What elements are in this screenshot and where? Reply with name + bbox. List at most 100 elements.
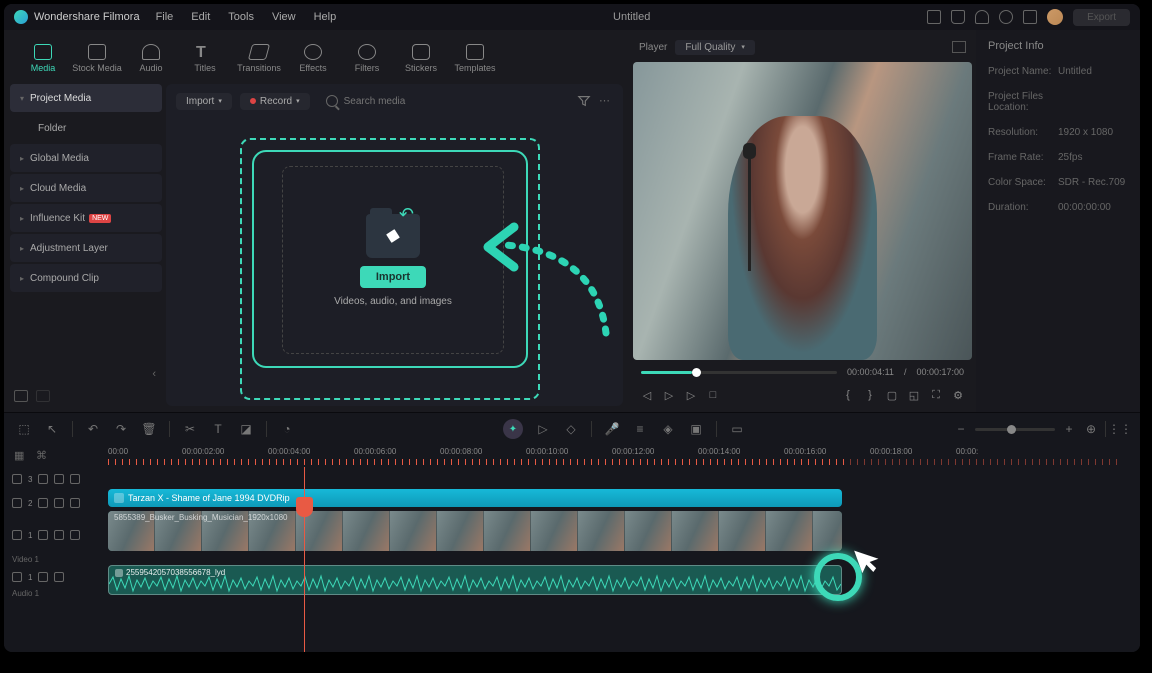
zoom-in-icon[interactable]: + <box>1061 421 1077 437</box>
track-manager-icon[interactable]: ▦ <box>14 449 28 463</box>
tab-stock-media[interactable]: Stock Media <box>70 44 124 73</box>
undo-icon[interactable]: ↶ <box>85 421 101 437</box>
mute-icon <box>54 498 64 508</box>
chevron-right-icon: ▸ <box>20 184 24 193</box>
keyframe-icon[interactable]: ◈ <box>660 421 676 437</box>
ai-tool-icon[interactable]: ✦ <box>503 419 523 439</box>
tab-transitions[interactable]: Transitions <box>232 44 286 73</box>
scrubber-track[interactable] <box>641 371 837 374</box>
settings-icon[interactable]: ⚙ <box>952 389 964 401</box>
record-dropdown[interactable]: Record▾ <box>240 93 310 110</box>
media-panel: Import▾ Record▾ ⋯ <box>166 84 623 406</box>
tab-audio[interactable]: Audio <box>124 44 178 73</box>
cut-icon[interactable]: ✂ <box>182 421 198 437</box>
track-head-video1[interactable]: 1 <box>4 515 108 555</box>
track-head-audio1[interactable]: 1 <box>4 565 108 589</box>
stop-icon[interactable]: □ <box>707 389 719 401</box>
filter-icon[interactable] <box>577 94 591 108</box>
tab-stickers[interactable]: Stickers <box>394 44 448 73</box>
headphones-icon[interactable] <box>999 10 1013 24</box>
lock-icon <box>38 498 48 508</box>
pip-icon[interactable]: ◱ <box>908 389 920 401</box>
video-clip[interactable]: 5855389_Busker_Busking_Musician_1920x108… <box>108 511 842 551</box>
scrubber-thumb[interactable] <box>692 368 701 377</box>
playhead[interactable] <box>296 497 313 517</box>
tab-titles[interactable]: Titles <box>178 44 232 73</box>
menu-view[interactable]: View <box>272 11 296 23</box>
track-head-title2[interactable]: 2 <box>4 491 108 515</box>
more-icon[interactable]: ⋯ <box>599 94 613 108</box>
mark-in-icon[interactable]: { <box>842 389 854 401</box>
timeline-options-icon[interactable]: ⋮⋮ <box>1112 421 1128 437</box>
color-icon[interactable]: ◔ <box>279 421 295 437</box>
audio-clip[interactable]: 2559542057038556678_lyd <box>108 565 842 595</box>
user-avatar[interactable] <box>1047 9 1063 25</box>
tab-effects[interactable]: Effects <box>286 44 340 73</box>
timeline-toolbar: ⬚ ↖ ↶ ↷ 🗑 ✂ T ◪ ◔ ✦ ▷ ◇ 🎤 ≡ ◈ ▣ ▭ <box>4 413 1140 445</box>
fullscreen-icon[interactable]: ⛶ <box>930 389 942 401</box>
select-tool-icon[interactable]: ⬚ <box>16 421 32 437</box>
track-headers: 3 2 1 Video 1 1 Audio 1 <box>4 467 108 652</box>
marker-icon[interactable]: ◇ <box>563 421 579 437</box>
export-button[interactable]: Export <box>1073 9 1130 26</box>
play-tool-icon[interactable]: ▷ <box>535 421 551 437</box>
next-frame-icon[interactable]: ▷ <box>685 389 697 401</box>
menu-edit[interactable]: Edit <box>191 11 210 23</box>
new-bin-icon[interactable] <box>36 390 50 402</box>
sidebar-item-folder[interactable]: Folder <box>10 114 162 142</box>
info-value-colorspace: SDR - Rec.709 <box>1058 177 1125 188</box>
save-icon[interactable] <box>951 10 965 24</box>
sidebar-item-cloud-media[interactable]: ▸Cloud Media <box>10 174 162 202</box>
stickers-icon <box>412 44 430 60</box>
display-icon[interactable] <box>927 10 941 24</box>
cloud-icon[interactable] <box>975 10 989 24</box>
mixer-icon[interactable]: ≡ <box>632 421 648 437</box>
play-icon[interactable]: ▷ <box>663 389 675 401</box>
import-button[interactable]: Import <box>360 266 426 288</box>
sidebar-item-compound-clip[interactable]: ▸Compound Clip <box>10 264 162 292</box>
zoom-out-icon[interactable]: − <box>953 421 969 437</box>
current-time: 00:00:04:11 <box>847 367 894 377</box>
video-preview[interactable] <box>633 62 972 360</box>
redo-icon[interactable]: ↷ <box>113 421 129 437</box>
quality-dropdown[interactable]: Full Quality▾ <box>675 40 755 55</box>
mark-out-icon[interactable]: } <box>864 389 876 401</box>
prev-frame-icon[interactable]: ◁ <box>641 389 653 401</box>
zoom-fit-icon[interactable]: ⊕ <box>1083 421 1099 437</box>
search-input[interactable] <box>344 96 561 107</box>
apps-icon[interactable] <box>1023 10 1037 24</box>
sidebar-item-global-media[interactable]: ▸Global Media <box>10 144 162 172</box>
import-dropdown[interactable]: Import▾ <box>176 93 232 110</box>
new-folder-icon[interactable] <box>14 390 28 402</box>
delete-icon[interactable]: 🗑 <box>141 421 157 437</box>
screenshot-icon[interactable]: ▢ <box>886 389 898 401</box>
tab-templates[interactable]: Templates <box>448 44 502 73</box>
sidebar-collapse[interactable]: ‹ <box>10 364 162 384</box>
tab-media[interactable]: Media <box>16 44 70 73</box>
group-icon[interactable]: ▣ <box>688 421 704 437</box>
render-icon[interactable]: ▭ <box>729 421 745 437</box>
sidebar-item-project-media[interactable]: ▾Project Media <box>10 84 162 112</box>
mic-icon[interactable]: 🎤 <box>604 421 620 437</box>
text-tool-icon[interactable]: T <box>210 421 226 437</box>
snapshot-icon[interactable] <box>952 41 966 53</box>
menu-file[interactable]: File <box>156 11 174 23</box>
sidebar-item-influence-kit[interactable]: ▸Influence KitNEW <box>10 204 162 232</box>
video-clip-label: 5855389_Busker_Busking_Musician_1920x108… <box>114 513 287 522</box>
app-name: Wondershare Filmora <box>34 11 140 23</box>
zoom-thumb[interactable] <box>1007 425 1016 434</box>
zoom-slider[interactable] <box>975 428 1055 431</box>
ruler-tick: 00:00 <box>108 447 128 456</box>
crop-icon[interactable]: ◪ <box>238 421 254 437</box>
tab-filters[interactable]: Filters <box>340 44 394 73</box>
menu-help[interactable]: Help <box>314 11 337 23</box>
title-clip[interactable]: Tarzan X - Shame of Jane 1994 DVDRip <box>108 489 842 507</box>
timeline-lanes[interactable]: Tarzan X - Shame of Jane 1994 DVDRip 585… <box>108 467 1140 652</box>
sidebar-item-adjustment-layer[interactable]: ▸Adjustment Layer <box>10 234 162 262</box>
link-icon[interactable]: ⌘ <box>36 449 50 463</box>
menu-tools[interactable]: Tools <box>228 11 254 23</box>
timeline-ruler[interactable]: 00:00 00:00:02:00 00:00:04:00 00:00:06:0… <box>108 445 1140 467</box>
pointer-tool-icon[interactable]: ↖ <box>44 421 60 437</box>
track-head-title3[interactable]: 3 <box>4 467 108 491</box>
import-drop-zone[interactable]: ↶ Import Videos, audio, and images <box>166 118 623 406</box>
